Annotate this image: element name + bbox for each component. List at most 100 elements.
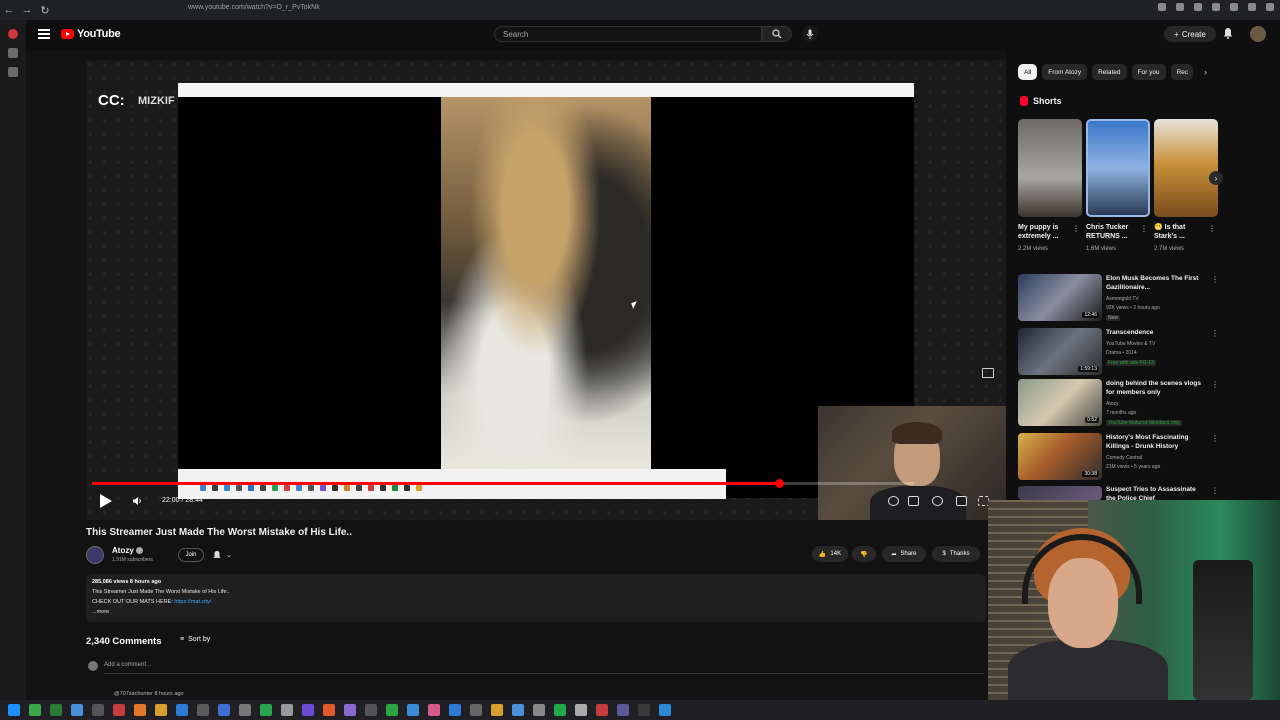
extension-icon[interactable]	[1158, 3, 1166, 11]
short-thumbnail[interactable]	[1018, 119, 1082, 217]
forward-icon[interactable]: →	[18, 1, 36, 19]
short-title[interactable]: Chris Tucker RETURNS ...	[1086, 223, 1142, 241]
short-title[interactable]: 😬 Is that Stark's ...	[1154, 223, 1210, 241]
taskbar-app-icon[interactable]	[638, 704, 650, 716]
related-video-channel[interactable]: Comedy Central	[1106, 455, 1142, 462]
dislike-button[interactable]: 👎	[852, 546, 876, 562]
taskbar-app-icon[interactable]	[596, 704, 608, 716]
chip-for-you[interactable]: For you	[1131, 64, 1166, 80]
video-player[interactable]: CC: MIZKIF	[86, 60, 1006, 520]
taskbar-app-icon[interactable]	[344, 704, 356, 716]
related-video-title[interactable]: Suspect Tries to Assassinate the Police …	[1106, 486, 1206, 500]
taskbar-app-icon[interactable]	[554, 704, 566, 716]
create-button[interactable]: + Create	[1164, 26, 1216, 42]
taskbar-app-icon[interactable]	[176, 704, 188, 716]
extension-icon[interactable]	[1176, 3, 1184, 11]
short-thumbnail[interactable]	[1154, 119, 1218, 217]
opera-icon[interactable]	[8, 29, 18, 39]
progress-bar[interactable]	[92, 479, 914, 488]
maximize-icon[interactable]	[1248, 3, 1256, 11]
taskbar-app-icon[interactable]	[50, 704, 62, 716]
microphone-button[interactable]	[802, 26, 818, 42]
taskbar-app-icon[interactable]	[512, 704, 524, 716]
related-video-title[interactable]: History's Most Fascinating Killings - Dr…	[1106, 434, 1206, 451]
more-options-icon[interactable]: ⋮	[1211, 486, 1219, 496]
share-button[interactable]: ➦ Share	[882, 546, 926, 562]
add-comment-input[interactable]: Add a comment...	[104, 662, 151, 668]
extension-icon[interactable]	[1212, 3, 1220, 11]
related-video-title[interactable]: Transcendence	[1106, 329, 1206, 338]
video-thumbnail[interactable]: 12:46	[1018, 274, 1102, 321]
play-button[interactable]	[100, 494, 112, 508]
taskbar-app-icon[interactable]	[302, 704, 314, 716]
show-more-link[interactable]: ...more	[92, 609, 109, 615]
chip-from-channel[interactable]: From Atozy	[1042, 64, 1088, 80]
chip-related[interactable]: Related	[1092, 64, 1127, 80]
taskbar-app-icon[interactable]	[491, 704, 503, 716]
taskbar-app-icon[interactable]	[197, 704, 209, 716]
related-video-channel[interactable]: Asmongold TV	[1106, 296, 1139, 303]
taskbar-app-icon[interactable]	[386, 704, 398, 716]
youtube-logo[interactable]: YouTube	[61, 28, 121, 40]
sort-comments-button[interactable]: ≡ Sort by	[180, 636, 210, 643]
chip-recent[interactable]: Rec	[1170, 64, 1193, 80]
related-video-channel[interactable]: YouTube Movies & TV	[1106, 341, 1155, 348]
short-thumbnail[interactable]	[1086, 119, 1150, 217]
more-options-icon[interactable]: ⋮	[1072, 224, 1080, 234]
more-options-icon[interactable]: ⋮	[1211, 380, 1219, 390]
search-input[interactable]: Search	[494, 26, 762, 42]
comment-author[interactable]: @707zachunter 8 hours ago	[114, 691, 184, 697]
video-thumbnail[interactable]: 30:38	[1018, 433, 1102, 480]
close-icon[interactable]	[1266, 3, 1274, 11]
taskbar-app-icon[interactable]	[428, 704, 440, 716]
related-video-title[interactable]: Elon Musk Becomes The First Gazillionair…	[1106, 275, 1206, 292]
taskbar-app-icon[interactable]	[407, 704, 419, 716]
join-button[interactable]: Join	[178, 548, 204, 562]
description-link[interactable]: https://mat.city/	[174, 599, 211, 605]
video-thumbnail[interactable]	[1018, 486, 1102, 500]
subscription-bell-button[interactable]: ⌄	[212, 548, 242, 562]
taskbar-app-icon[interactable]	[260, 704, 272, 716]
notifications-icon[interactable]	[1222, 27, 1234, 39]
taskbar-app-icon[interactable]	[134, 704, 146, 716]
description-box[interactable]: 285,086 views 8 hours ago This Streamer …	[86, 574, 986, 622]
volume-icon[interactable]	[132, 496, 142, 506]
extension-icon[interactable]	[1194, 3, 1202, 11]
reload-icon[interactable]: ↻	[36, 1, 54, 19]
related-video-channel[interactable]: Atozy	[1106, 401, 1119, 408]
more-options-icon[interactable]: ⋮	[1140, 224, 1148, 234]
like-button[interactable]: 👍 14K	[812, 546, 848, 562]
thanks-button[interactable]: $ Thanks	[932, 546, 980, 562]
start-icon[interactable]	[8, 704, 20, 716]
taskbar-app-icon[interactable]	[71, 704, 83, 716]
taskbar-app-icon[interactable]	[218, 704, 230, 716]
related-video-title[interactable]: doing behind the scenes vlogs for member…	[1106, 380, 1206, 397]
shorts-next-button[interactable]: ›	[1209, 171, 1223, 185]
taskbar-app-icon[interactable]	[113, 704, 125, 716]
taskbar-app-icon[interactable]	[92, 704, 104, 716]
taskbar-app-icon[interactable]	[617, 704, 629, 716]
minimize-icon[interactable]	[1230, 3, 1238, 11]
account-avatar[interactable]	[1250, 26, 1266, 42]
menu-icon[interactable]	[38, 29, 50, 39]
miniplayer-icon[interactable]	[982, 368, 994, 378]
scrubber-handle[interactable]	[774, 479, 784, 488]
chip-all[interactable]: All	[1018, 64, 1038, 80]
theater-mode-icon[interactable]	[956, 496, 967, 506]
more-options-icon[interactable]: ⋮	[1208, 224, 1216, 234]
more-options-icon[interactable]: ⋮	[1211, 434, 1219, 444]
back-icon[interactable]: ←	[0, 1, 18, 19]
collapse-icon[interactable]	[8, 48, 18, 58]
taskbar-app-icon[interactable]	[575, 704, 587, 716]
video-thumbnail[interactable]: 0:52	[1018, 379, 1102, 426]
taskbar-app-icon[interactable]	[239, 704, 251, 716]
search-button[interactable]	[762, 26, 792, 42]
add-icon[interactable]	[8, 67, 18, 77]
short-title[interactable]: My puppy is extremely ...	[1018, 223, 1074, 241]
more-options-icon[interactable]: ⋮	[1211, 275, 1219, 285]
taskbar-app-icon[interactable]	[449, 704, 461, 716]
subtitles-icon[interactable]	[908, 496, 919, 506]
address-bar[interactable]: www.youtube.com/watch?v=O_r_PvTokNk	[188, 4, 320, 11]
autoplay-toggle-icon[interactable]	[888, 496, 899, 506]
taskbar-app-icon[interactable]	[281, 704, 293, 716]
